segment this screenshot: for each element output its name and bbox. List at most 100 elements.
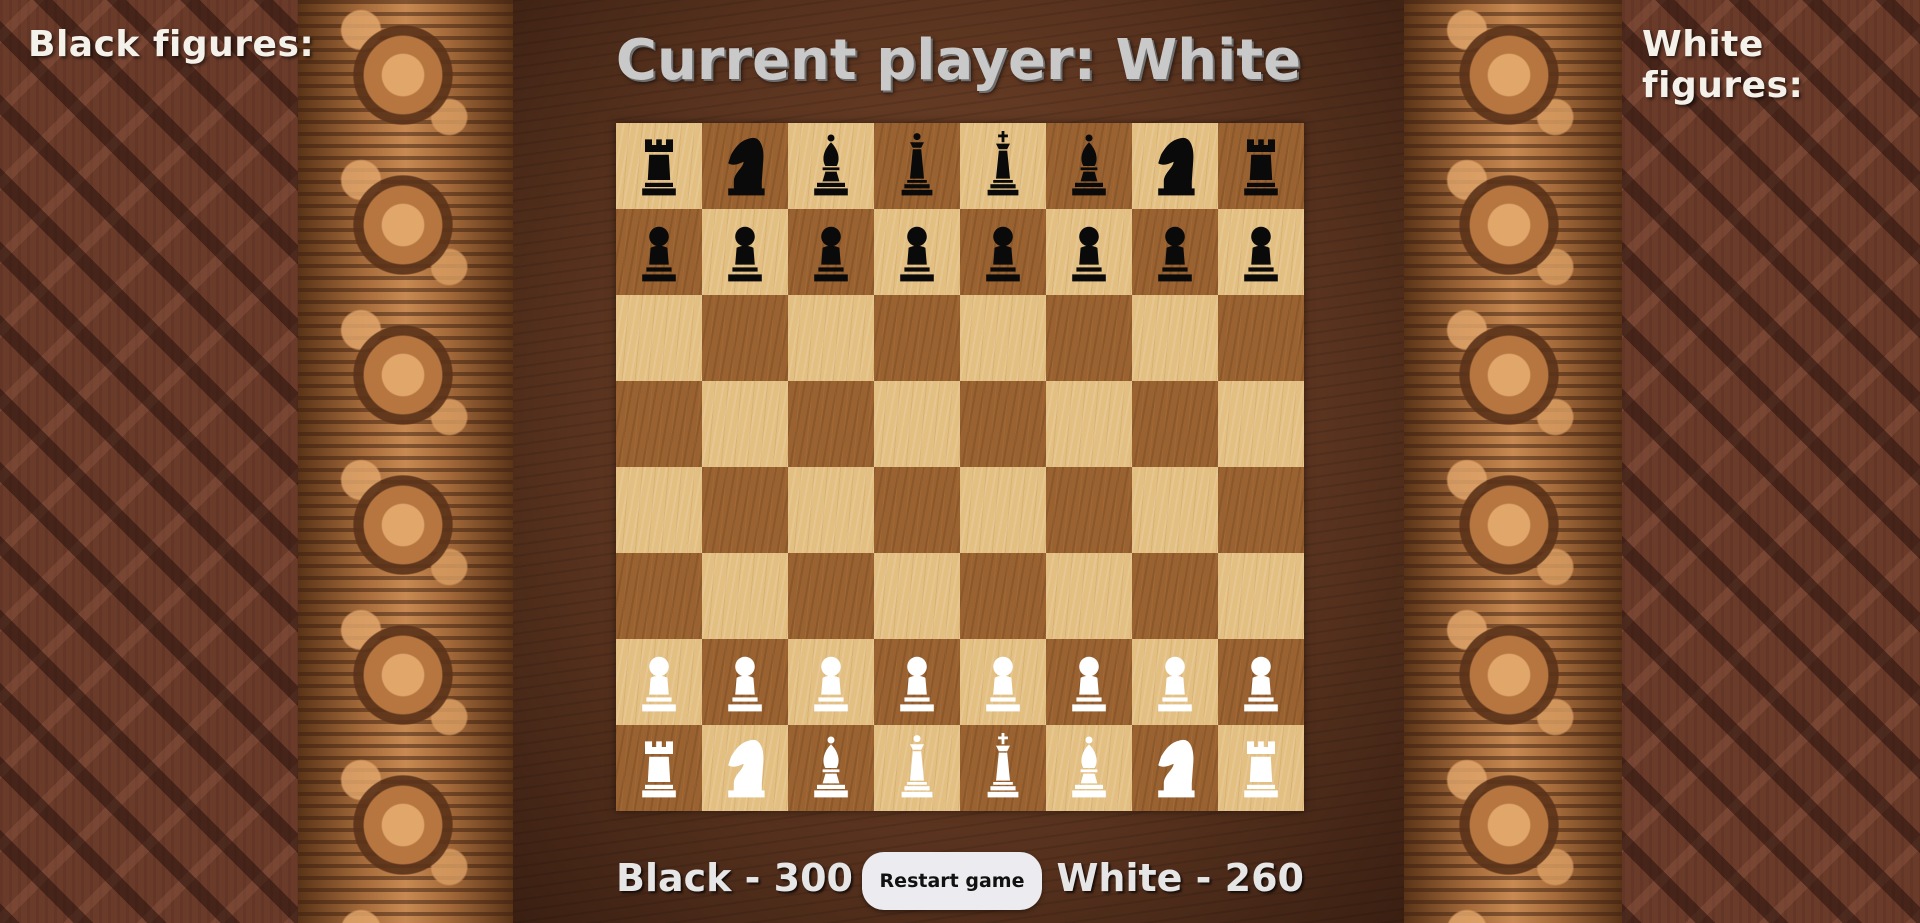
square-c1[interactable] [788, 725, 874, 811]
square-b1[interactable] [702, 725, 788, 811]
black-rook-icon[interactable] [631, 131, 687, 201]
square-h2[interactable] [1218, 639, 1304, 725]
black-bishop-icon[interactable] [803, 131, 859, 201]
square-h7[interactable] [1218, 209, 1304, 295]
black-queen-icon[interactable] [889, 131, 945, 201]
right-wood-panel [1622, 0, 1920, 923]
black-pawn-icon[interactable] [1147, 217, 1203, 287]
left-wood-panel [0, 0, 298, 923]
white-pawn-icon[interactable] [803, 647, 859, 717]
square-e1[interactable] [960, 725, 1046, 811]
square-a8[interactable] [616, 123, 702, 209]
square-d8[interactable] [874, 123, 960, 209]
black-knight-icon[interactable] [1147, 131, 1203, 201]
square-c2[interactable] [788, 639, 874, 725]
square-d7[interactable] [874, 209, 960, 295]
square-e3[interactable] [960, 553, 1046, 639]
square-a4[interactable] [616, 467, 702, 553]
square-g6[interactable] [1132, 295, 1218, 381]
white-pawn-icon[interactable] [975, 647, 1031, 717]
square-h8[interactable] [1218, 123, 1304, 209]
black-bishop-icon[interactable] [1061, 131, 1117, 201]
square-a3[interactable] [616, 553, 702, 639]
restart-game-button[interactable]: Restart game [862, 852, 1042, 910]
white-bishop-icon[interactable] [1061, 733, 1117, 803]
white-bishop-icon[interactable] [803, 733, 859, 803]
square-g8[interactable] [1132, 123, 1218, 209]
square-b8[interactable] [702, 123, 788, 209]
white-knight-icon[interactable] [1147, 733, 1203, 803]
black-knight-icon[interactable] [717, 131, 773, 201]
square-b5[interactable] [702, 381, 788, 467]
square-e7[interactable] [960, 209, 1046, 295]
black-pawn-icon[interactable] [1061, 217, 1117, 287]
square-e4[interactable] [960, 467, 1046, 553]
square-h4[interactable] [1218, 467, 1304, 553]
square-a5[interactable] [616, 381, 702, 467]
square-b3[interactable] [702, 553, 788, 639]
square-f6[interactable] [1046, 295, 1132, 381]
square-f1[interactable] [1046, 725, 1132, 811]
black-pawn-icon[interactable] [803, 217, 859, 287]
square-d5[interactable] [874, 381, 960, 467]
square-g1[interactable] [1132, 725, 1218, 811]
black-rook-icon[interactable] [1233, 131, 1289, 201]
square-h1[interactable] [1218, 725, 1304, 811]
white-pawn-icon[interactable] [889, 647, 945, 717]
black-pawn-icon[interactable] [631, 217, 687, 287]
square-g2[interactable] [1132, 639, 1218, 725]
square-d6[interactable] [874, 295, 960, 381]
square-b7[interactable] [702, 209, 788, 295]
square-c3[interactable] [788, 553, 874, 639]
square-f5[interactable] [1046, 381, 1132, 467]
square-f4[interactable] [1046, 467, 1132, 553]
white-king-icon[interactable] [975, 733, 1031, 803]
black-pawn-icon[interactable] [717, 217, 773, 287]
white-knight-icon[interactable] [717, 733, 773, 803]
black-pawn-icon[interactable] [1233, 217, 1289, 287]
square-c5[interactable] [788, 381, 874, 467]
square-h5[interactable] [1218, 381, 1304, 467]
square-h6[interactable] [1218, 295, 1304, 381]
chess-board[interactable] [616, 123, 1304, 811]
square-f3[interactable] [1046, 553, 1132, 639]
square-b2[interactable] [702, 639, 788, 725]
square-f8[interactable] [1046, 123, 1132, 209]
square-c8[interactable] [788, 123, 874, 209]
square-e8[interactable] [960, 123, 1046, 209]
square-e6[interactable] [960, 295, 1046, 381]
square-g7[interactable] [1132, 209, 1218, 295]
white-pawn-icon[interactable] [1061, 647, 1117, 717]
square-f7[interactable] [1046, 209, 1132, 295]
square-a7[interactable] [616, 209, 702, 295]
square-d1[interactable] [874, 725, 960, 811]
square-c7[interactable] [788, 209, 874, 295]
square-a2[interactable] [616, 639, 702, 725]
square-d4[interactable] [874, 467, 960, 553]
white-rook-icon[interactable] [631, 733, 687, 803]
white-pawn-icon[interactable] [1233, 647, 1289, 717]
square-g5[interactable] [1132, 381, 1218, 467]
square-e2[interactable] [960, 639, 1046, 725]
black-pawn-icon[interactable] [975, 217, 1031, 287]
white-queen-icon[interactable] [889, 733, 945, 803]
square-a1[interactable] [616, 725, 702, 811]
square-g4[interactable] [1132, 467, 1218, 553]
square-f2[interactable] [1046, 639, 1132, 725]
square-g3[interactable] [1132, 553, 1218, 639]
square-a6[interactable] [616, 295, 702, 381]
square-b6[interactable] [702, 295, 788, 381]
square-b4[interactable] [702, 467, 788, 553]
square-e5[interactable] [960, 381, 1046, 467]
black-king-icon[interactable] [975, 131, 1031, 201]
white-pawn-icon[interactable] [631, 647, 687, 717]
square-h3[interactable] [1218, 553, 1304, 639]
white-pawn-icon[interactable] [1147, 647, 1203, 717]
square-c6[interactable] [788, 295, 874, 381]
black-pawn-icon[interactable] [889, 217, 945, 287]
square-d2[interactable] [874, 639, 960, 725]
white-pawn-icon[interactable] [717, 647, 773, 717]
square-d3[interactable] [874, 553, 960, 639]
white-rook-icon[interactable] [1233, 733, 1289, 803]
square-c4[interactable] [788, 467, 874, 553]
